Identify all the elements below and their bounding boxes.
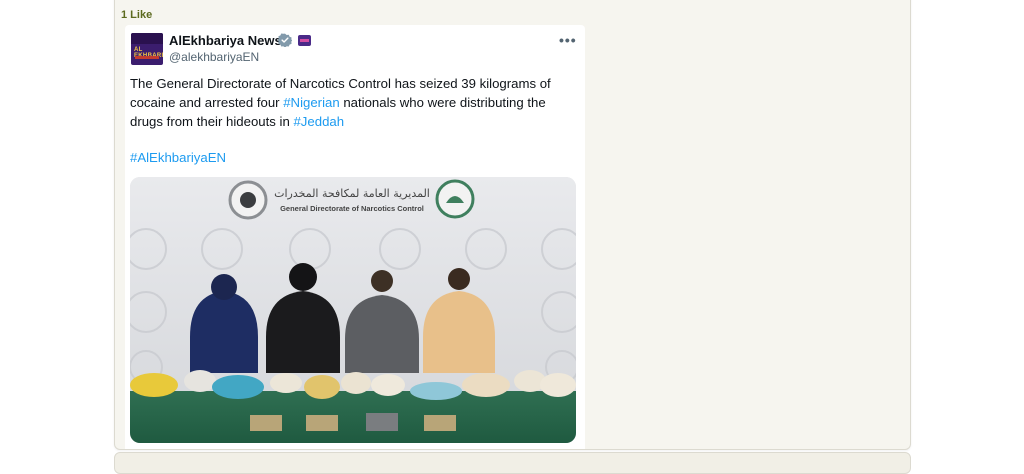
verified-badge-icon — [278, 33, 292, 47]
avatar-top — [131, 33, 163, 44]
avatar[interactable]: AL EKHBARIYA — [131, 33, 163, 65]
more-options-icon[interactable]: ••• — [559, 32, 577, 48]
tweet-photo[interactable]: المديرية العامة لمكافحة المخدرات General… — [130, 177, 576, 443]
hashtag-nigerian[interactable]: #Nigerian — [283, 95, 339, 110]
avatar-bar — [135, 56, 159, 59]
account-name[interactable]: AlEkhbariya News — [169, 33, 282, 48]
photo-scene: المديرية العامة لمكافحة المخدرات General… — [130, 177, 576, 443]
next-forum-post — [114, 452, 911, 474]
tweet-text: The General Directorate of Narcotics Con… — [130, 74, 580, 131]
evidence-table — [130, 391, 576, 443]
hashtag-jeddah[interactable]: #Jeddah — [293, 114, 344, 129]
like-count-label: 1 Like — [121, 9, 153, 21]
forum-post: 1 Like AL EKHBARIYA AlEkhbariya News @al… — [114, 0, 911, 450]
hashtag-channel[interactable]: #AlEkhbariyaEN — [130, 150, 226, 165]
banner-english: General Directorate of Narcotics Control — [280, 204, 424, 213]
banner-arabic: المديرية العامة لمكافحة المخدرات — [274, 187, 430, 200]
like-count[interactable]: 1 Like — [121, 9, 152, 21]
affiliate-badge-icon — [298, 35, 311, 46]
account-handle[interactable]: @alekhbariyaEN — [169, 50, 259, 64]
embedded-tweet[interactable]: AL EKHBARIYA AlEkhbariya News @alekhbari… — [125, 25, 585, 449]
